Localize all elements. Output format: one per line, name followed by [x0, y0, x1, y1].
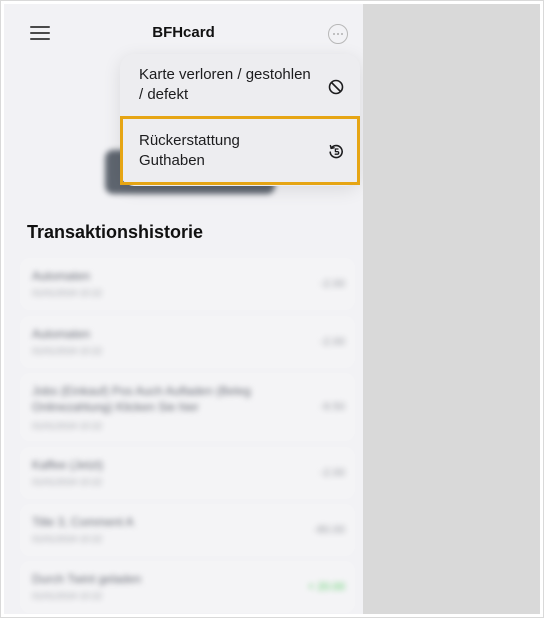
transaction-card[interactable]: Kaffee (Jetzt) 01/01/2024 10:22 -2.00: [20, 447, 355, 499]
transaction-date: 01/01/2024 10:22: [32, 288, 103, 298]
transaction-card[interactable]: Title 3, Comment A 01/01/2024 10:22 -80.…: [20, 504, 355, 556]
transaction-date: 01/01/2024 10:22: [32, 534, 103, 544]
transaction-card[interactable]: Jobs (Einkauf) Pos Auch Aufladen (Beleg …: [20, 373, 355, 441]
transaction-card[interactable]: Durch Twint geladen 01/01/2024 10:22 + 2…: [20, 561, 355, 613]
side-panel: [363, 4, 540, 614]
transaction-date: 01/01/2024 10:22: [32, 421, 103, 431]
transaction-card[interactable]: Automaten 01/01/2024 10:22 -2.00: [20, 258, 355, 310]
transaction-title: Jobs (Einkauf) Pos Auch Aufladen (Beleg …: [32, 384, 251, 414]
app-header: BFHcard: [4, 4, 363, 56]
app-screen: BFHcard Transaktionshistorie Automaten 0…: [4, 4, 363, 614]
menu-item-lost-card[interactable]: Karte verloren / gestohlen / defekt: [120, 54, 360, 116]
transaction-amount: + 20.00: [307, 581, 345, 593]
transaction-history-title: Transaktionshistorie: [27, 222, 204, 242]
highlight-box: [120, 116, 360, 185]
transaction-title: Automaten: [32, 269, 91, 283]
menu-item-label: Karte verloren / gestohlen / defekt: [139, 66, 311, 103]
transaction-title: Title 3, Comment A: [32, 515, 134, 529]
transaction-amount: -9.50: [319, 401, 345, 413]
transaction-amount: -80.00: [313, 524, 345, 536]
transaction-amount: -2.00: [319, 278, 345, 290]
transaction-amount: -2.00: [319, 467, 345, 479]
transaction-title: Automaten: [32, 327, 91, 341]
page-title: BFHcard: [152, 24, 215, 41]
transaction-title: Durch Twint geladen: [32, 572, 142, 586]
transaction-amount: -2.00: [319, 336, 345, 348]
ellipsis-circle-icon[interactable]: [328, 24, 348, 44]
transaction-title: Kaffee (Jetzt): [32, 458, 104, 472]
transaction-date: 01/01/2024 10:22: [32, 477, 103, 487]
transaction-date: 01/01/2024 10:22: [32, 591, 103, 601]
prohibited-icon: [328, 79, 344, 95]
transaction-card[interactable]: Automaten 01/01/2024 10:22 -2.00: [20, 316, 355, 368]
transaction-date: 01/01/2024 10:22: [32, 346, 103, 356]
